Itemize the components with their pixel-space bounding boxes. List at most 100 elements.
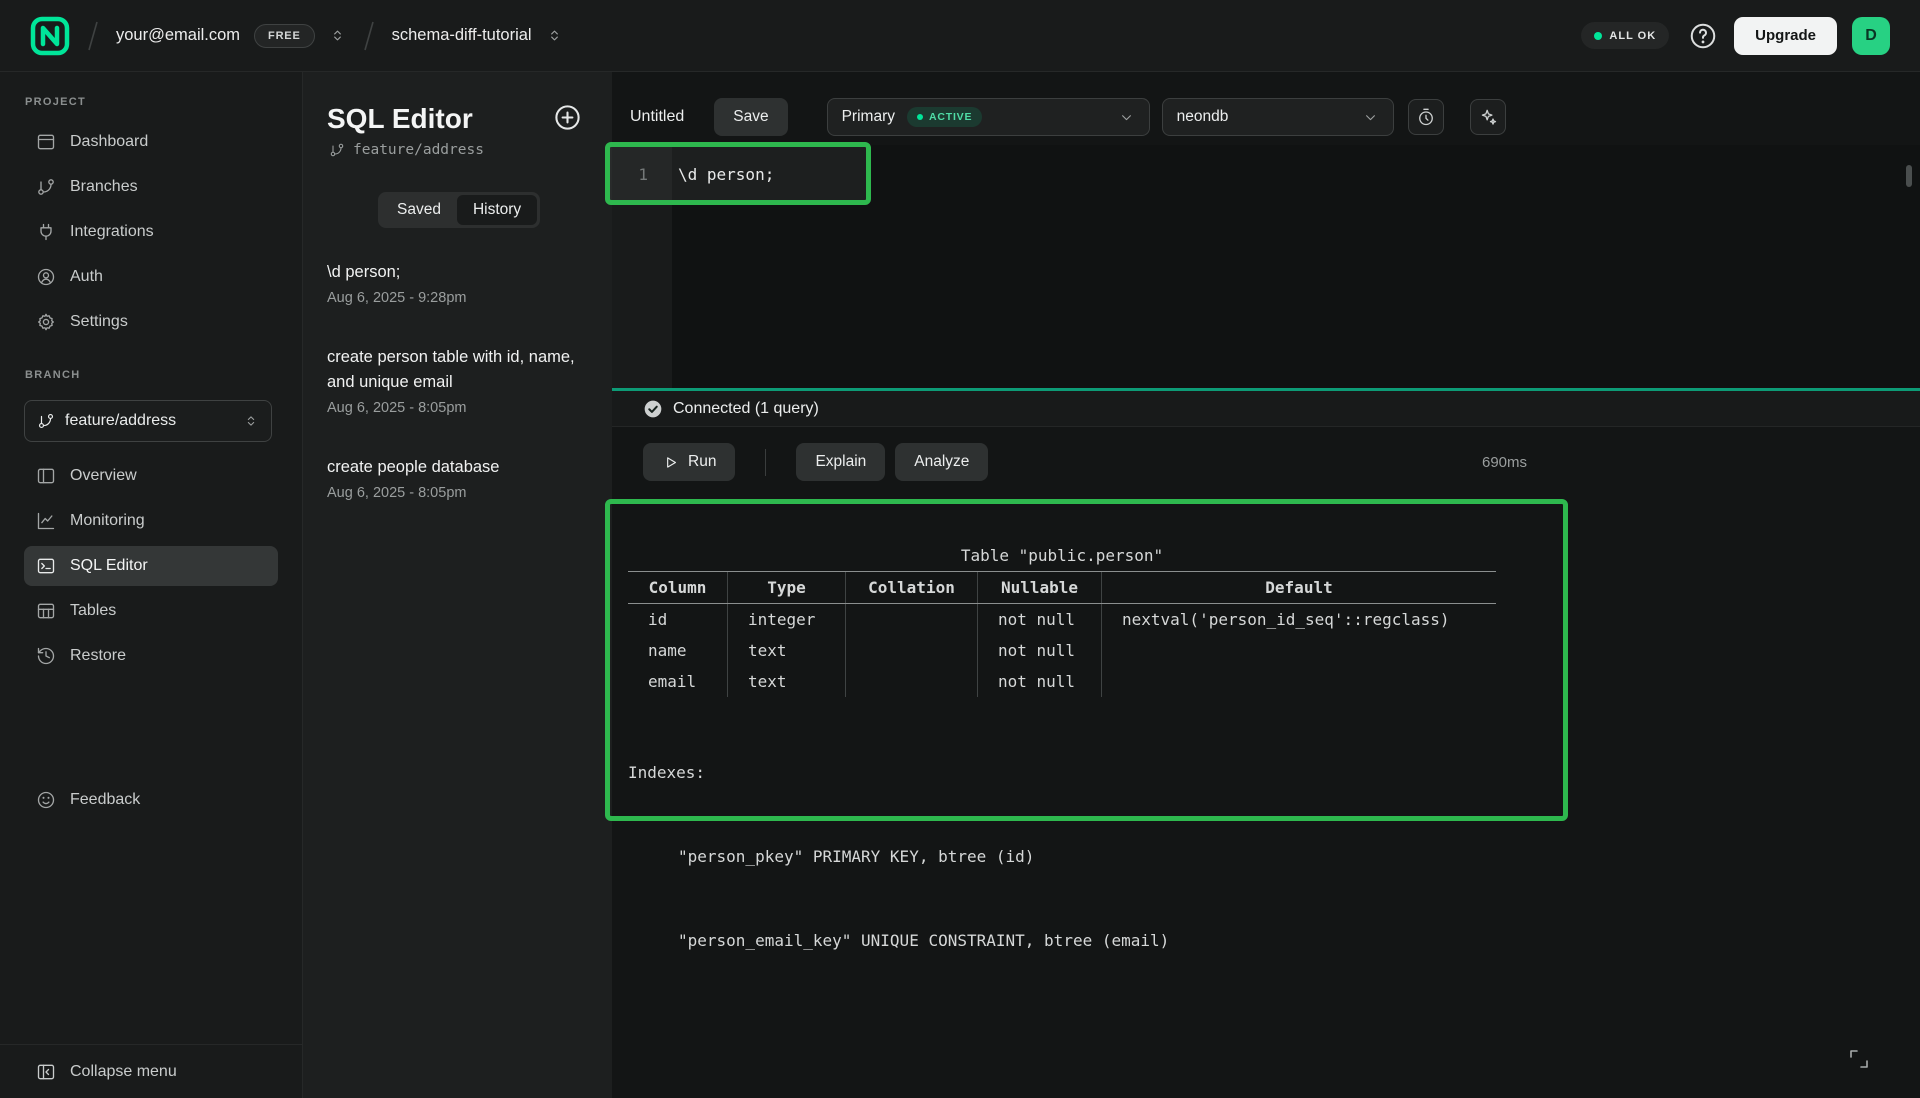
collapse-menu-button[interactable]: Collapse menu [0,1044,302,1098]
help-button[interactable] [1687,20,1718,51]
saved-history-tabs: Saved History [378,192,540,228]
result-col-header: Nullable [978,572,1102,603]
play-icon [662,454,679,471]
project-breadcrumb: schema-diff-tutorial [392,26,532,45]
status-badge[interactable]: ALL OK [1581,22,1669,49]
fullscreen-button[interactable] [1846,1046,1872,1072]
result-col-header: Column [628,572,728,603]
new-query-button[interactable] [551,101,583,133]
user-avatar[interactable]: D [1852,17,1890,55]
sparkles-icon [1478,107,1498,127]
chevron-down-icon [1362,109,1379,126]
top-bar: your@email.com FREE schema-diff-tutorial… [0,0,1920,72]
code-line[interactable]: 1 \d person; [612,159,1920,190]
sidebar-item-monitoring[interactable]: Monitoring [24,501,278,541]
result-indexes: Indexes: "person_pkey" PRIMARY KEY, btre… [628,703,1496,1011]
history-item[interactable]: create person table with id, name, and u… [327,345,590,419]
git-branch-icon [36,177,56,197]
neon-console-app: your@email.com FREE schema-diff-tutorial… [0,0,1920,1098]
result-cell [846,635,978,666]
ai-assist-button[interactable] [1470,99,1506,135]
sidebar-item-feedback[interactable]: Feedback [24,780,278,820]
result-cell [1102,635,1496,666]
upgrade-button[interactable]: Upgrade [1734,17,1837,55]
expand-icon [1847,1047,1871,1071]
neon-logo-icon[interactable] [30,16,70,56]
feedback-smiley-icon [36,790,56,810]
tab-history[interactable]: History [457,195,537,225]
query-duration: 690ms [1482,427,1527,497]
chevron-down-icon [1118,109,1135,126]
page-title: SQL Editor [327,100,473,138]
tab-saved[interactable]: Saved [381,195,457,225]
run-button[interactable]: Run [643,443,735,481]
sidebar-item-overview[interactable]: Overview [24,456,278,496]
branch-nav-list: Overview Monitoring SQL Editor Tables Re… [0,456,302,681]
sidebar-item-tables[interactable]: Tables [24,591,278,631]
result-cell: email [628,666,728,697]
query-tab-title[interactable]: Untitled [630,98,684,136]
result-cell: name [628,635,728,666]
index-line: "person_pkey" PRIMARY KEY, btree (id) [628,843,1496,871]
result-col-header: Collation [846,572,978,603]
active-dot-icon [917,114,923,120]
result-table: Table "public.person" Column Type Collat… [628,540,1496,697]
sidebar: PROJECT Dashboard Branches Integrations … [0,72,303,1098]
check-circle-icon [643,399,663,419]
indexes-label: Indexes: [628,759,1496,787]
table-icon [36,601,56,621]
sidebar-item-settings[interactable]: Settings [24,302,278,342]
collapse-panel-icon [36,1062,56,1082]
result-cell: not null [978,666,1102,697]
history-item[interactable]: create people database Aug 6, 2025 - 8:0… [327,455,590,504]
overview-icon [36,466,56,486]
index-line: "person_email_key" UNIQUE CONSTRAINT, bt… [628,927,1496,955]
explain-button[interactable]: Explain [796,443,885,481]
result-col-header: Default [1102,572,1496,603]
result-cell: text [728,666,846,697]
sidebar-item-integrations[interactable]: Integrations [24,212,278,252]
org-switcher-chevrons-icon[interactable] [329,27,346,44]
compute-select-value: Primary [842,108,895,126]
result-cell: id [628,604,728,635]
sidebar-item-restore[interactable]: Restore [24,636,278,676]
sidebar-item-auth[interactable]: Auth [24,257,278,297]
editor-toolbar: Untitled Save Primary ACTIVE neondb [612,72,1920,145]
sql-workspace: Untitled Save Primary ACTIVE neondb [612,72,1920,1098]
org-email-breadcrumb: your@email.com [116,26,240,45]
sidebar-item-branches[interactable]: Branches [24,167,278,207]
result-cell [846,604,978,635]
stopwatch-icon [1416,107,1436,127]
editor-scrollbar[interactable] [1906,165,1912,187]
history-restore-icon [36,646,56,666]
auth-user-icon [36,267,56,287]
project-section-label: PROJECT [25,96,86,108]
integrations-icon [36,222,56,242]
gear-icon [36,312,56,332]
compute-select[interactable]: Primary ACTIVE [827,98,1150,136]
plan-badge: FREE [254,24,315,48]
topbar-right-group: ALL OK Upgrade D [1581,17,1890,55]
sidebar-item-dashboard[interactable]: Dashboard [24,122,278,162]
branch-section-label: BRANCH [25,369,80,381]
branch-selector[interactable]: feature/address [24,400,272,442]
code-editor[interactable]: 1 \d person; [612,145,1920,388]
history-item[interactable]: \d person; Aug 6, 2025 - 9:28pm [327,260,590,309]
connection-status-label: Connected (1 query) [673,400,819,418]
save-button[interactable]: Save [714,98,787,136]
status-badge-label: ALL OK [1609,30,1656,42]
sidebar-item-sql-editor[interactable]: SQL Editor [24,546,278,586]
database-select-value: neondb [1177,108,1229,126]
result-col-header: Type [728,572,846,603]
git-branch-icon [37,412,55,430]
query-timer-button[interactable] [1408,99,1444,135]
database-select[interactable]: neondb [1162,98,1394,136]
sql-editor-panel: SQL Editor feature/address Saved History… [303,72,612,1098]
divider [765,449,766,476]
query-result: Table "public.person" Column Type Collat… [628,540,1496,1011]
result-cell: not null [978,635,1102,666]
analyze-button[interactable]: Analyze [895,443,988,481]
feedback-list: Feedback [0,780,302,825]
compute-active-badge: ACTIVE [907,107,982,127]
project-switcher-chevrons-icon[interactable] [546,27,563,44]
